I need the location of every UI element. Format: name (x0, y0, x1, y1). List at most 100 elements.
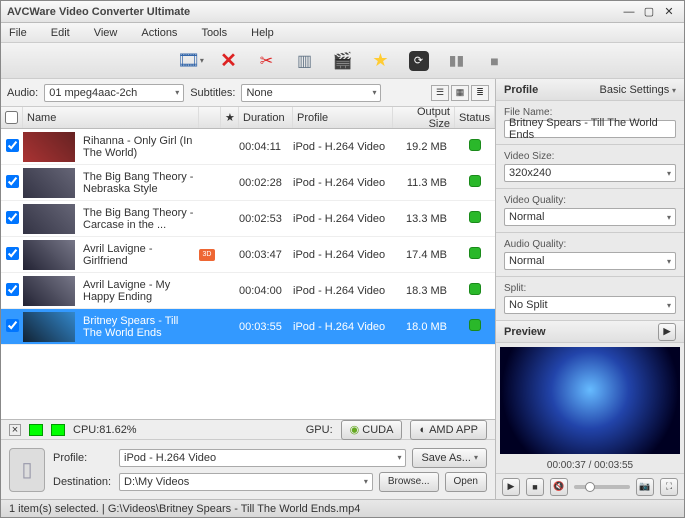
delete-button[interactable]: ✕ (214, 47, 244, 75)
row-checkbox[interactable] (6, 247, 19, 260)
status-ready-icon (469, 139, 481, 151)
row-name: The Big Bang Theory - Carcase in the ... (81, 207, 199, 231)
view-detail-button[interactable]: ≣ (471, 85, 489, 101)
menu-actions[interactable]: Actions (141, 27, 177, 39)
stop-button[interactable]: ■ (480, 47, 510, 75)
amd-button[interactable]: ◐AMD APP (410, 420, 487, 440)
row-size: 18.0 MB (393, 321, 455, 333)
status-ready-icon (469, 319, 481, 331)
favorite-button[interactable]: ★ (366, 47, 396, 75)
table-row[interactable]: The Big Bang Theory - Carcase in the ...… (1, 201, 495, 237)
subtitles-label: Subtitles: (190, 87, 235, 99)
thumbnail (23, 204, 75, 234)
cuda-button[interactable]: ◉CUDA (341, 420, 403, 440)
row-size: 13.3 MB (393, 213, 455, 225)
menu-file[interactable]: File (9, 27, 27, 39)
subtitles-select[interactable]: None▾ (241, 84, 381, 102)
preview-title: Preview (504, 326, 546, 338)
open-button[interactable]: Open (445, 472, 487, 492)
cpu-core-2 (51, 424, 65, 436)
thumbnail (23, 132, 75, 162)
select-all-checkbox[interactable] (5, 111, 18, 124)
col-favorite[interactable]: ★ (221, 107, 239, 128)
row-checkbox[interactable] (6, 283, 19, 296)
row-name: Avril Lavigne - My Happy Ending (81, 279, 199, 303)
table-row[interactable]: The Big Bang Theory - Nebraska Style00:0… (1, 165, 495, 201)
play-button[interactable]: ▶ (502, 478, 520, 496)
cpu-core-1 (29, 424, 43, 436)
preview-popout-button[interactable]: ▶ (658, 323, 676, 341)
scissors-icon: ✂ (260, 51, 273, 71)
destination-select[interactable]: D:\My Videos▾ (119, 473, 373, 491)
col-duration[interactable]: Duration (239, 107, 293, 128)
profile-panel-title: Profile (504, 84, 538, 96)
row-duration: 00:02:53 (239, 213, 293, 225)
film-icon: 🎞 (177, 50, 200, 71)
row-checkbox[interactable] (6, 319, 19, 332)
close-button[interactable]: ✕ (660, 5, 678, 19)
thumbnail (23, 312, 75, 342)
row-duration: 00:02:28 (239, 177, 293, 189)
delete-icon: ✕ (220, 48, 237, 73)
stop-preview-button[interactable]: ■ (526, 478, 544, 496)
row-profile: iPod - H.264 Video (293, 177, 393, 189)
table-row[interactable]: Britney Spears - Till The World Ends00:0… (1, 309, 495, 345)
view-list-button[interactable]: ☰ (431, 85, 449, 101)
col-name[interactable]: Name (23, 107, 199, 128)
frames-icon: ▥ (297, 51, 312, 71)
gpu-label: GPU: (306, 424, 333, 436)
saveas-button[interactable]: Save As...▾ (412, 448, 487, 468)
mute-button[interactable]: 🔇 (550, 478, 568, 496)
volume-slider[interactable] (574, 485, 630, 489)
split-select[interactable]: No Split▾ (504, 296, 676, 314)
profile-label: Profile: (53, 452, 113, 464)
snapshot-button[interactable]: 📷 (636, 478, 654, 496)
col-output[interactable]: Output Size (393, 107, 455, 128)
col-profile[interactable]: Profile (293, 107, 393, 128)
stop-icon: ■ (490, 53, 498, 69)
browse-button[interactable]: Browse... (379, 472, 439, 492)
menu-view[interactable]: View (94, 27, 118, 39)
row-checkbox[interactable] (6, 139, 19, 152)
add-file-button[interactable]: 🎞▾ (176, 47, 206, 75)
filename-field[interactable]: Britney Spears - Till The World Ends (504, 120, 676, 138)
convert-button[interactable]: ⟳ (404, 47, 434, 75)
status-ready-icon (469, 283, 481, 295)
fullscreen-button[interactable]: ⛶ (660, 478, 678, 496)
row-checkbox[interactable] (6, 211, 19, 224)
thumbnail (23, 168, 75, 198)
profile-select[interactable]: iPod - H.264 Video▾ (119, 449, 406, 467)
menu-tools[interactable]: Tools (201, 27, 227, 39)
row-size: 19.2 MB (393, 141, 455, 153)
table-row[interactable]: Avril Lavigne - Girlfriend3D00:03:47iPod… (1, 237, 495, 273)
maximize-button[interactable]: ▢ (640, 5, 658, 19)
pause-button[interactable]: ▮▮ (442, 47, 472, 75)
row-checkbox[interactable] (6, 175, 19, 188)
table-row[interactable]: Avril Lavigne - My Happy Ending00:04:00i… (1, 273, 495, 309)
window-title: AVCWare Video Converter Ultimate (7, 6, 618, 18)
menu-edit[interactable]: Edit (51, 27, 70, 39)
row-size: 11.3 MB (393, 177, 455, 189)
videoquality-label: Video Quality: (504, 195, 676, 206)
col-status[interactable]: Status (455, 107, 495, 128)
minimize-button[interactable]: — (620, 5, 638, 19)
preview-image (500, 347, 680, 454)
status-ready-icon (469, 175, 481, 187)
view-grid-button[interactable]: ▦ (451, 85, 469, 101)
row-profile: iPod - H.264 Video (293, 141, 393, 153)
videosize-select[interactable]: 320x240▾ (504, 164, 676, 182)
audio-select[interactable]: 01 mpeg4aac-2ch▾ (44, 84, 184, 102)
row-size: 17.4 MB (393, 249, 455, 261)
menu-help[interactable]: Help (251, 27, 274, 39)
basic-settings-toggle[interactable]: Basic Settings ▾ (600, 84, 677, 96)
clip-button[interactable]: ▥ (290, 47, 320, 75)
audioquality-select[interactable]: Normal▾ (504, 252, 676, 270)
row-duration: 00:04:00 (239, 285, 293, 297)
table-row[interactable]: Rihanna - Only Girl (In The World)00:04:… (1, 129, 495, 165)
cut-button[interactable]: ✂ (252, 47, 282, 75)
row-profile: iPod - H.264 Video (293, 213, 393, 225)
row-duration: 00:03:47 (239, 249, 293, 261)
close-resource-icon[interactable]: × (9, 424, 21, 436)
videoquality-select[interactable]: Normal▾ (504, 208, 676, 226)
effects-button[interactable]: 🎬 (328, 47, 358, 75)
